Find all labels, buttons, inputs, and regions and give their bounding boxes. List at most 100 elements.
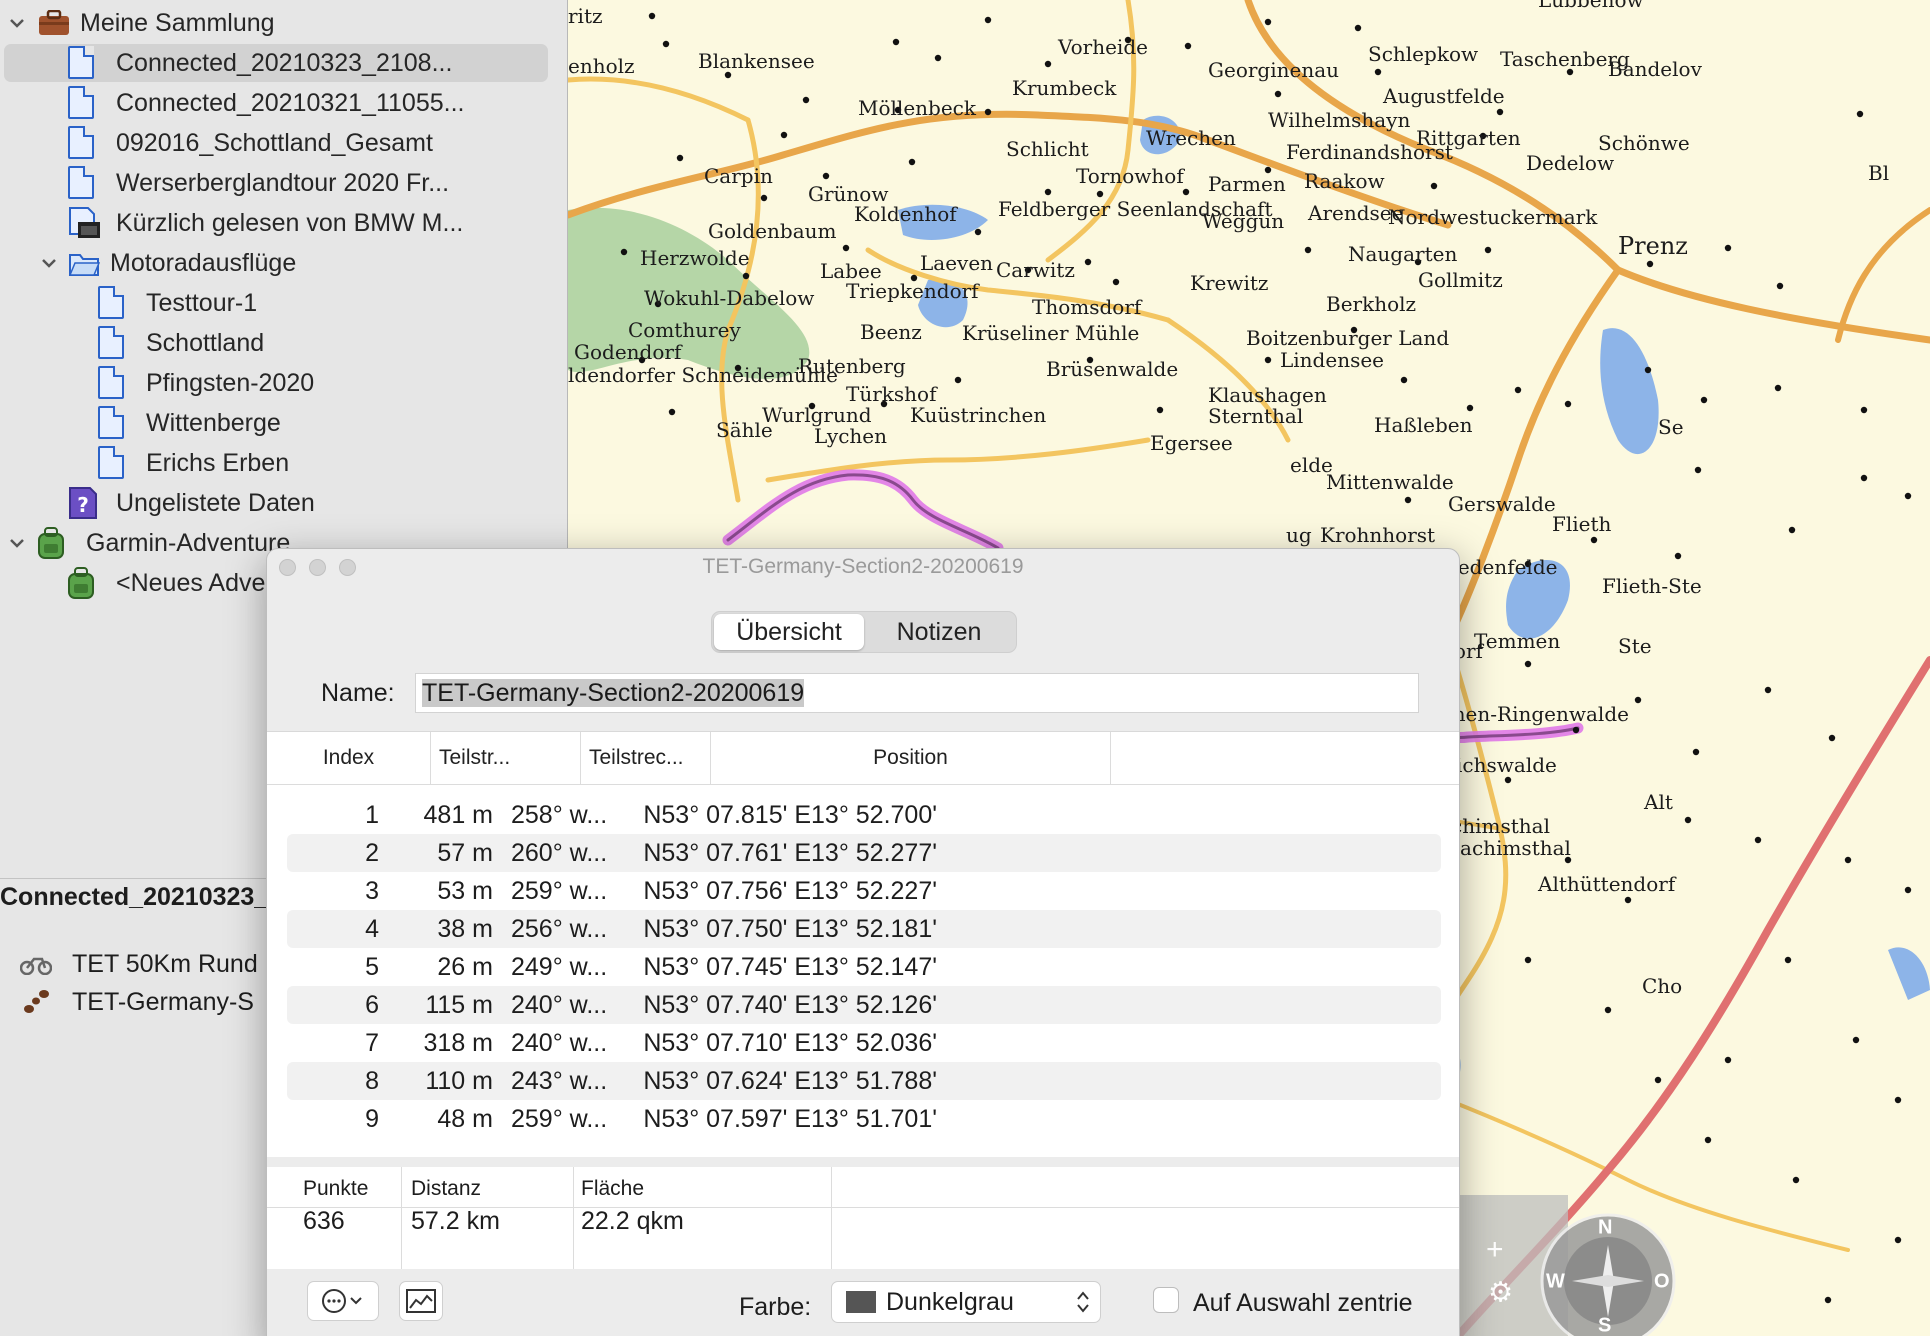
table-row[interactable]: 8 110 m 243° w... N53° 07.624' E13° 51.788' [287,1062,1441,1100]
folder-row[interactable]: Motoradausflüge [0,244,560,282]
collection-item-label: Connected_20210323_2108... [116,48,453,77]
chart-icon [406,1289,436,1313]
settlement-dot [1644,366,1652,374]
question-document-icon: ? [68,486,98,522]
color-select[interactable]: Dunkelgrau [831,1281,1101,1323]
document-icon [98,446,128,482]
folder-item[interactable]: Erichs Erben [0,444,560,482]
table-row[interactable]: 4 38 m 256° w... N53° 07.750' E13° 52.181' [287,910,1441,948]
settlement-dot [1084,258,1092,266]
track-row[interactable]: TET 50Km Rund [20,946,258,982]
town-label: Sternthal [1208,404,1304,428]
town-label: Comthurey [628,318,741,342]
settlement-dot [1674,552,1682,560]
name-input[interactable]: TET-Germany-Section2-20200619 [415,673,1419,713]
town-label: Möllenbeck [858,96,976,120]
table-row[interactable]: 2 57 m 260° w... N53° 07.761' E13° 52.277' [287,834,1441,872]
table-row[interactable]: 5 26 m 249° w... N53° 07.745' E13° 52.147' [287,948,1441,986]
settlement-dot [1182,188,1190,196]
flaeche-label: Fläche [581,1177,645,1200]
column-header-position[interactable]: Position [711,732,1111,784]
tab-uebersicht[interactable]: Übersicht [714,614,864,650]
folder-item[interactable]: Pfingsten-2020 [0,364,560,402]
town-label: Gollmitz [1418,268,1503,292]
settlement-dot [974,228,982,236]
folder-item[interactable]: Schottland [0,324,560,362]
town-label: Carpin [704,164,773,188]
collection-item[interactable]: Kürzlich gelesen von BMW M... [4,204,560,242]
compass-n: N [1598,1216,1613,1239]
folder-item-label: Pfingsten-2020 [146,368,315,397]
town-label: enholz [568,54,635,78]
chevron-down-icon[interactable] [6,12,28,34]
town-label: Krüseliner Mühle [962,321,1140,345]
elevation-profile-button[interactable] [399,1281,443,1321]
settlement-dot [760,194,768,202]
zoom-in-icon[interactable]: + [1486,1233,1504,1267]
tab-notizen[interactable]: Notizen [864,614,1014,650]
table-row[interactable]: 1 481 m 258° w... N53° 07.815' E13° 52.700' [287,796,1441,834]
chevron-down-icon[interactable] [38,252,60,274]
settlement-dot [892,38,900,46]
folder-item[interactable]: Wittenberge [0,404,560,442]
motorcycle-icon [20,953,52,975]
town-label: Goldenbaum [708,219,837,243]
column-header-teilstrecke-distanz[interactable]: Teilstr... [431,732,581,784]
column-header-index[interactable]: Index [267,732,431,784]
town-label: Flieth-Ste [1602,574,1702,598]
settings-gear-icon[interactable]: ⚙ [1488,1276,1513,1309]
town-label: Godendorf [574,340,682,364]
document-icon [68,86,98,122]
document-icon [68,46,98,82]
folder-label: Motoradausflüge [110,248,297,277]
settlement-dot [1684,816,1692,824]
minimize-button[interactable] [309,559,326,576]
town-label: Althüttendorf [1538,872,1676,896]
track-row[interactable]: TET-Germany-S [20,984,254,1020]
updown-chevron-icon [1076,1290,1090,1321]
settlement-dot [1634,696,1642,704]
settlement-dot [802,96,810,104]
road [568,76,751,123]
folder-item[interactable]: Testtour-1 [0,284,560,322]
center-on-selection-checkbox[interactable] [1153,1287,1179,1313]
table-row[interactable]: 6 115 m 240° w... N53° 07.740' E13° 52.126' [287,986,1441,1024]
town-label: Berkholz [1326,292,1417,316]
settlement-dot [1894,1096,1902,1104]
settlement-dot [1304,246,1312,254]
chevron-down-icon[interactable] [6,532,28,554]
settlement-dot [1572,726,1580,734]
collection-row[interactable]: Meine Sammlung [0,4,560,42]
settlement-dot [1604,1006,1612,1014]
collection-item[interactable]: Werserberglandtour 2020 Fr... [4,164,560,202]
cell-position: N53° 07.710' E13° 52.036' [643,1029,937,1057]
cell-position: N53° 07.740' E13° 52.126' [643,991,937,1019]
collection-item[interactable]: 092016_Schottland_Gesamt [4,124,560,162]
unlisted-data-row[interactable]: ? Ungelistete Daten [0,484,560,522]
compass-s: S [1598,1314,1612,1336]
more-actions-button[interactable] [307,1281,379,1321]
table-row[interactable]: 3 53 m 259° w... N53° 07.756' E13° 52.227' [287,872,1441,910]
town-label: Brüsenwalde [1046,357,1179,381]
settlement-dot [842,244,850,252]
close-button[interactable] [279,559,296,576]
town-label: Wilhelmshayn [1268,108,1411,132]
road [1835,207,1930,343]
cell-position: N53° 07.815' E13° 52.700' [643,801,937,829]
collection-item[interactable]: Connected_20210323_2108... [4,44,548,82]
column-header-teilstrecke-kurs[interactable]: Teilstrec... [581,732,711,784]
settlement-dot [1788,526,1796,534]
settlement-dot [1824,1296,1832,1304]
settlement-dot [742,272,750,280]
settlement-dot [780,131,788,139]
collection-item[interactable]: Connected_20210321_11055... [4,84,560,122]
dialog-titlebar[interactable]: TET-Germany-Section2-20200619 [267,549,1459,585]
table-row[interactable]: 9 48 m 259° w... N53° 07.597' E13° 51.701' [287,1100,1441,1138]
town-label: ritz [568,4,603,28]
settlement-dot [1894,1236,1902,1244]
flaeche-value: 22.2 qkm [581,1207,684,1235]
table-row[interactable]: 7 318 m 240° w... N53° 07.710' E13° 52.036' [287,1024,1441,1062]
lake [1600,328,1659,455]
name-value: TET-Germany-Section2-20200619 [422,679,805,707]
zoom-button[interactable] [339,559,356,576]
